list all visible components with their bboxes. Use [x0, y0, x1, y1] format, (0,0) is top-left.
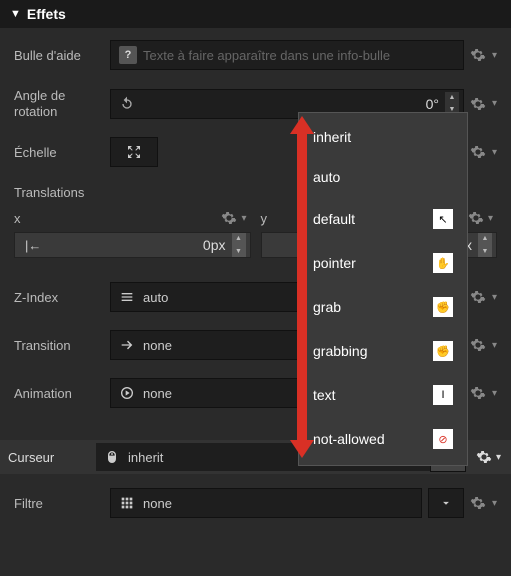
gear-icon[interactable]: [468, 210, 484, 226]
grid-icon: [119, 495, 135, 511]
cursor-text-icon: I: [433, 385, 453, 405]
translation-y-stepper[interactable]: ▲▼: [478, 233, 492, 257]
play-circle-icon: [119, 385, 135, 401]
menu-item-default[interactable]: default↖: [299, 197, 467, 241]
panel-title: Effets: [27, 6, 66, 22]
panel-header[interactable]: ▼ Effets: [0, 0, 511, 28]
filter-select[interactable]: none: [110, 488, 422, 518]
layers-icon: [119, 289, 135, 305]
menu-item-auto[interactable]: auto: [299, 157, 467, 197]
chevron-down-icon[interactable]: ▾: [492, 147, 497, 158]
cursor-grab-icon: ✊: [433, 297, 453, 317]
translation-x-label: x: [14, 211, 21, 226]
align-left-icon: |←: [25, 238, 41, 253]
arrow-right-icon: [119, 337, 135, 353]
menu-item-inherit[interactable]: inherit: [299, 117, 467, 157]
gear-icon[interactable]: [470, 96, 486, 112]
chevron-down-icon[interactable]: ▾: [488, 213, 493, 224]
menu-item-grabbing[interactable]: grabbing✊: [299, 329, 467, 373]
gear-icon[interactable]: [470, 144, 486, 160]
tooltip-input[interactable]: ? Texte à faire apparaître dans une info…: [110, 40, 464, 70]
rotation-value: 0°: [426, 96, 439, 112]
transition-value: none: [143, 338, 172, 353]
gear-icon[interactable]: [470, 495, 486, 511]
gear-icon[interactable]: [470, 47, 486, 63]
chevron-down-icon[interactable]: ▾: [492, 498, 497, 509]
filter-dropdown-button[interactable]: [428, 488, 464, 518]
rotate-icon: [119, 96, 135, 112]
gear-icon[interactable]: [476, 449, 492, 465]
chevron-down-icon[interactable]: ▾: [241, 213, 246, 224]
cursor-pointer-icon: ✋: [433, 253, 453, 273]
rotation-label: Angle de rotation: [14, 88, 102, 119]
gear-icon[interactable]: [470, 289, 486, 305]
chevron-down-icon[interactable]: ▾: [496, 452, 501, 463]
filter-label: Filtre: [14, 496, 102, 511]
chevron-down-icon[interactable]: ▾: [492, 340, 497, 351]
cursor-value: inherit: [128, 450, 163, 465]
chevron-down-icon[interactable]: ▾: [492, 50, 497, 61]
chevron-down-icon[interactable]: ▾: [492, 292, 497, 303]
chevron-down-icon: [439, 496, 453, 510]
gear-icon[interactable]: [221, 210, 237, 226]
mouse-icon: [104, 449, 120, 465]
tooltip-label: Bulle d'aide: [14, 48, 102, 63]
menu-item-grab[interactable]: grab✊: [299, 285, 467, 329]
menu-item-text[interactable]: textI: [299, 373, 467, 417]
filter-value: none: [143, 496, 172, 511]
transition-label: Transition: [14, 338, 102, 353]
translation-x-value: 0px: [203, 237, 226, 253]
scale-label: Échelle: [14, 145, 102, 160]
gear-icon[interactable]: [470, 337, 486, 353]
scale-button[interactable]: [110, 137, 158, 167]
gear-icon[interactable]: [470, 385, 486, 401]
cursor-dropdown-menu: inherit auto default↖ pointer✋ grab✊ gra…: [298, 112, 468, 466]
tooltip-placeholder: Texte à faire apparaître dans une info-b…: [143, 48, 390, 63]
translation-x-stepper[interactable]: ▲▼: [232, 233, 246, 257]
cursor-label: Curseur: [8, 450, 96, 465]
cursor-not-allowed-icon: ⊘: [433, 429, 453, 449]
zindex-value: auto: [143, 290, 168, 305]
animation-label: Animation: [14, 386, 102, 401]
help-icon: ?: [119, 46, 137, 64]
chevron-down-icon[interactable]: ▾: [492, 98, 497, 109]
animation-value: none: [143, 386, 172, 401]
translation-y-label: y: [261, 211, 268, 226]
zindex-label: Z-Index: [14, 290, 102, 305]
menu-item-pointer[interactable]: pointer✋: [299, 241, 467, 285]
cursor-default-icon: ↖: [433, 209, 453, 229]
cursor-grabbing-icon: ✊: [433, 341, 453, 361]
translation-x-input[interactable]: |← 0px ▲▼: [14, 232, 251, 258]
chevron-down-icon[interactable]: ▾: [492, 388, 497, 399]
menu-item-not-allowed[interactable]: not-allowed⊘: [299, 417, 467, 461]
collapse-caret-icon: ▼: [10, 8, 21, 20]
expand-icon: [126, 144, 142, 160]
